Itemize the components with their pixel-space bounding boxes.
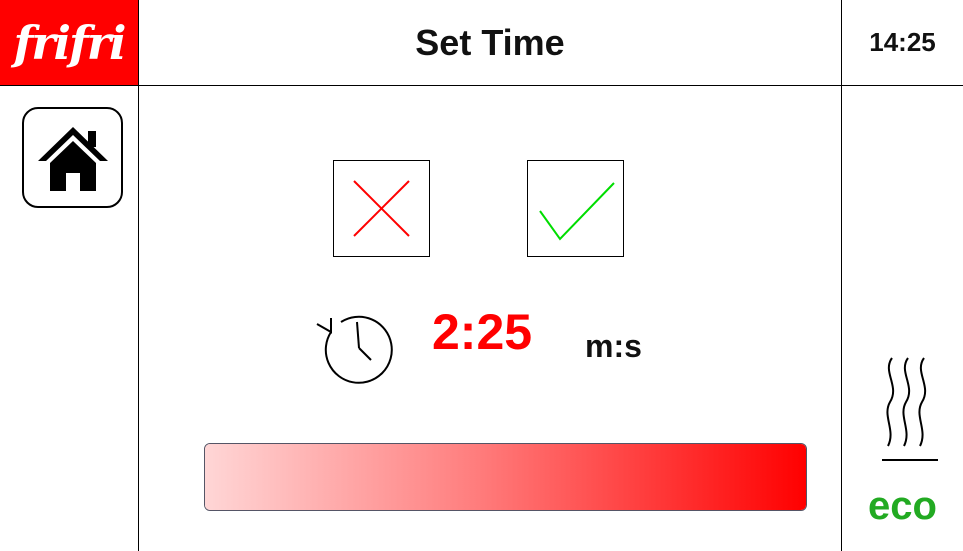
page-title: Set Time xyxy=(415,21,565,63)
home-icon xyxy=(37,126,108,191)
timer-unit: m:s xyxy=(585,328,642,364)
logo-text: frifri xyxy=(13,15,127,70)
home-button[interactable] xyxy=(22,107,123,208)
screen: frifri Set Time 14:25 2:25 m:s eco xyxy=(0,0,963,551)
cancel-button[interactable] xyxy=(333,160,430,257)
timer-icon xyxy=(316,315,393,384)
timer-value[interactable]: 2:25 xyxy=(432,307,532,357)
time-slider-fill xyxy=(205,444,806,510)
eco-mode-label[interactable]: eco xyxy=(842,486,963,526)
heat-waves-icon[interactable] xyxy=(878,352,942,464)
check-icon xyxy=(539,182,615,241)
brand-logo: frifri xyxy=(0,0,138,85)
time-slider[interactable] xyxy=(204,443,807,511)
clock: 14:25 xyxy=(869,27,936,57)
confirm-button[interactable] xyxy=(527,160,624,257)
x-icon xyxy=(353,180,410,237)
header-divider xyxy=(0,85,963,86)
